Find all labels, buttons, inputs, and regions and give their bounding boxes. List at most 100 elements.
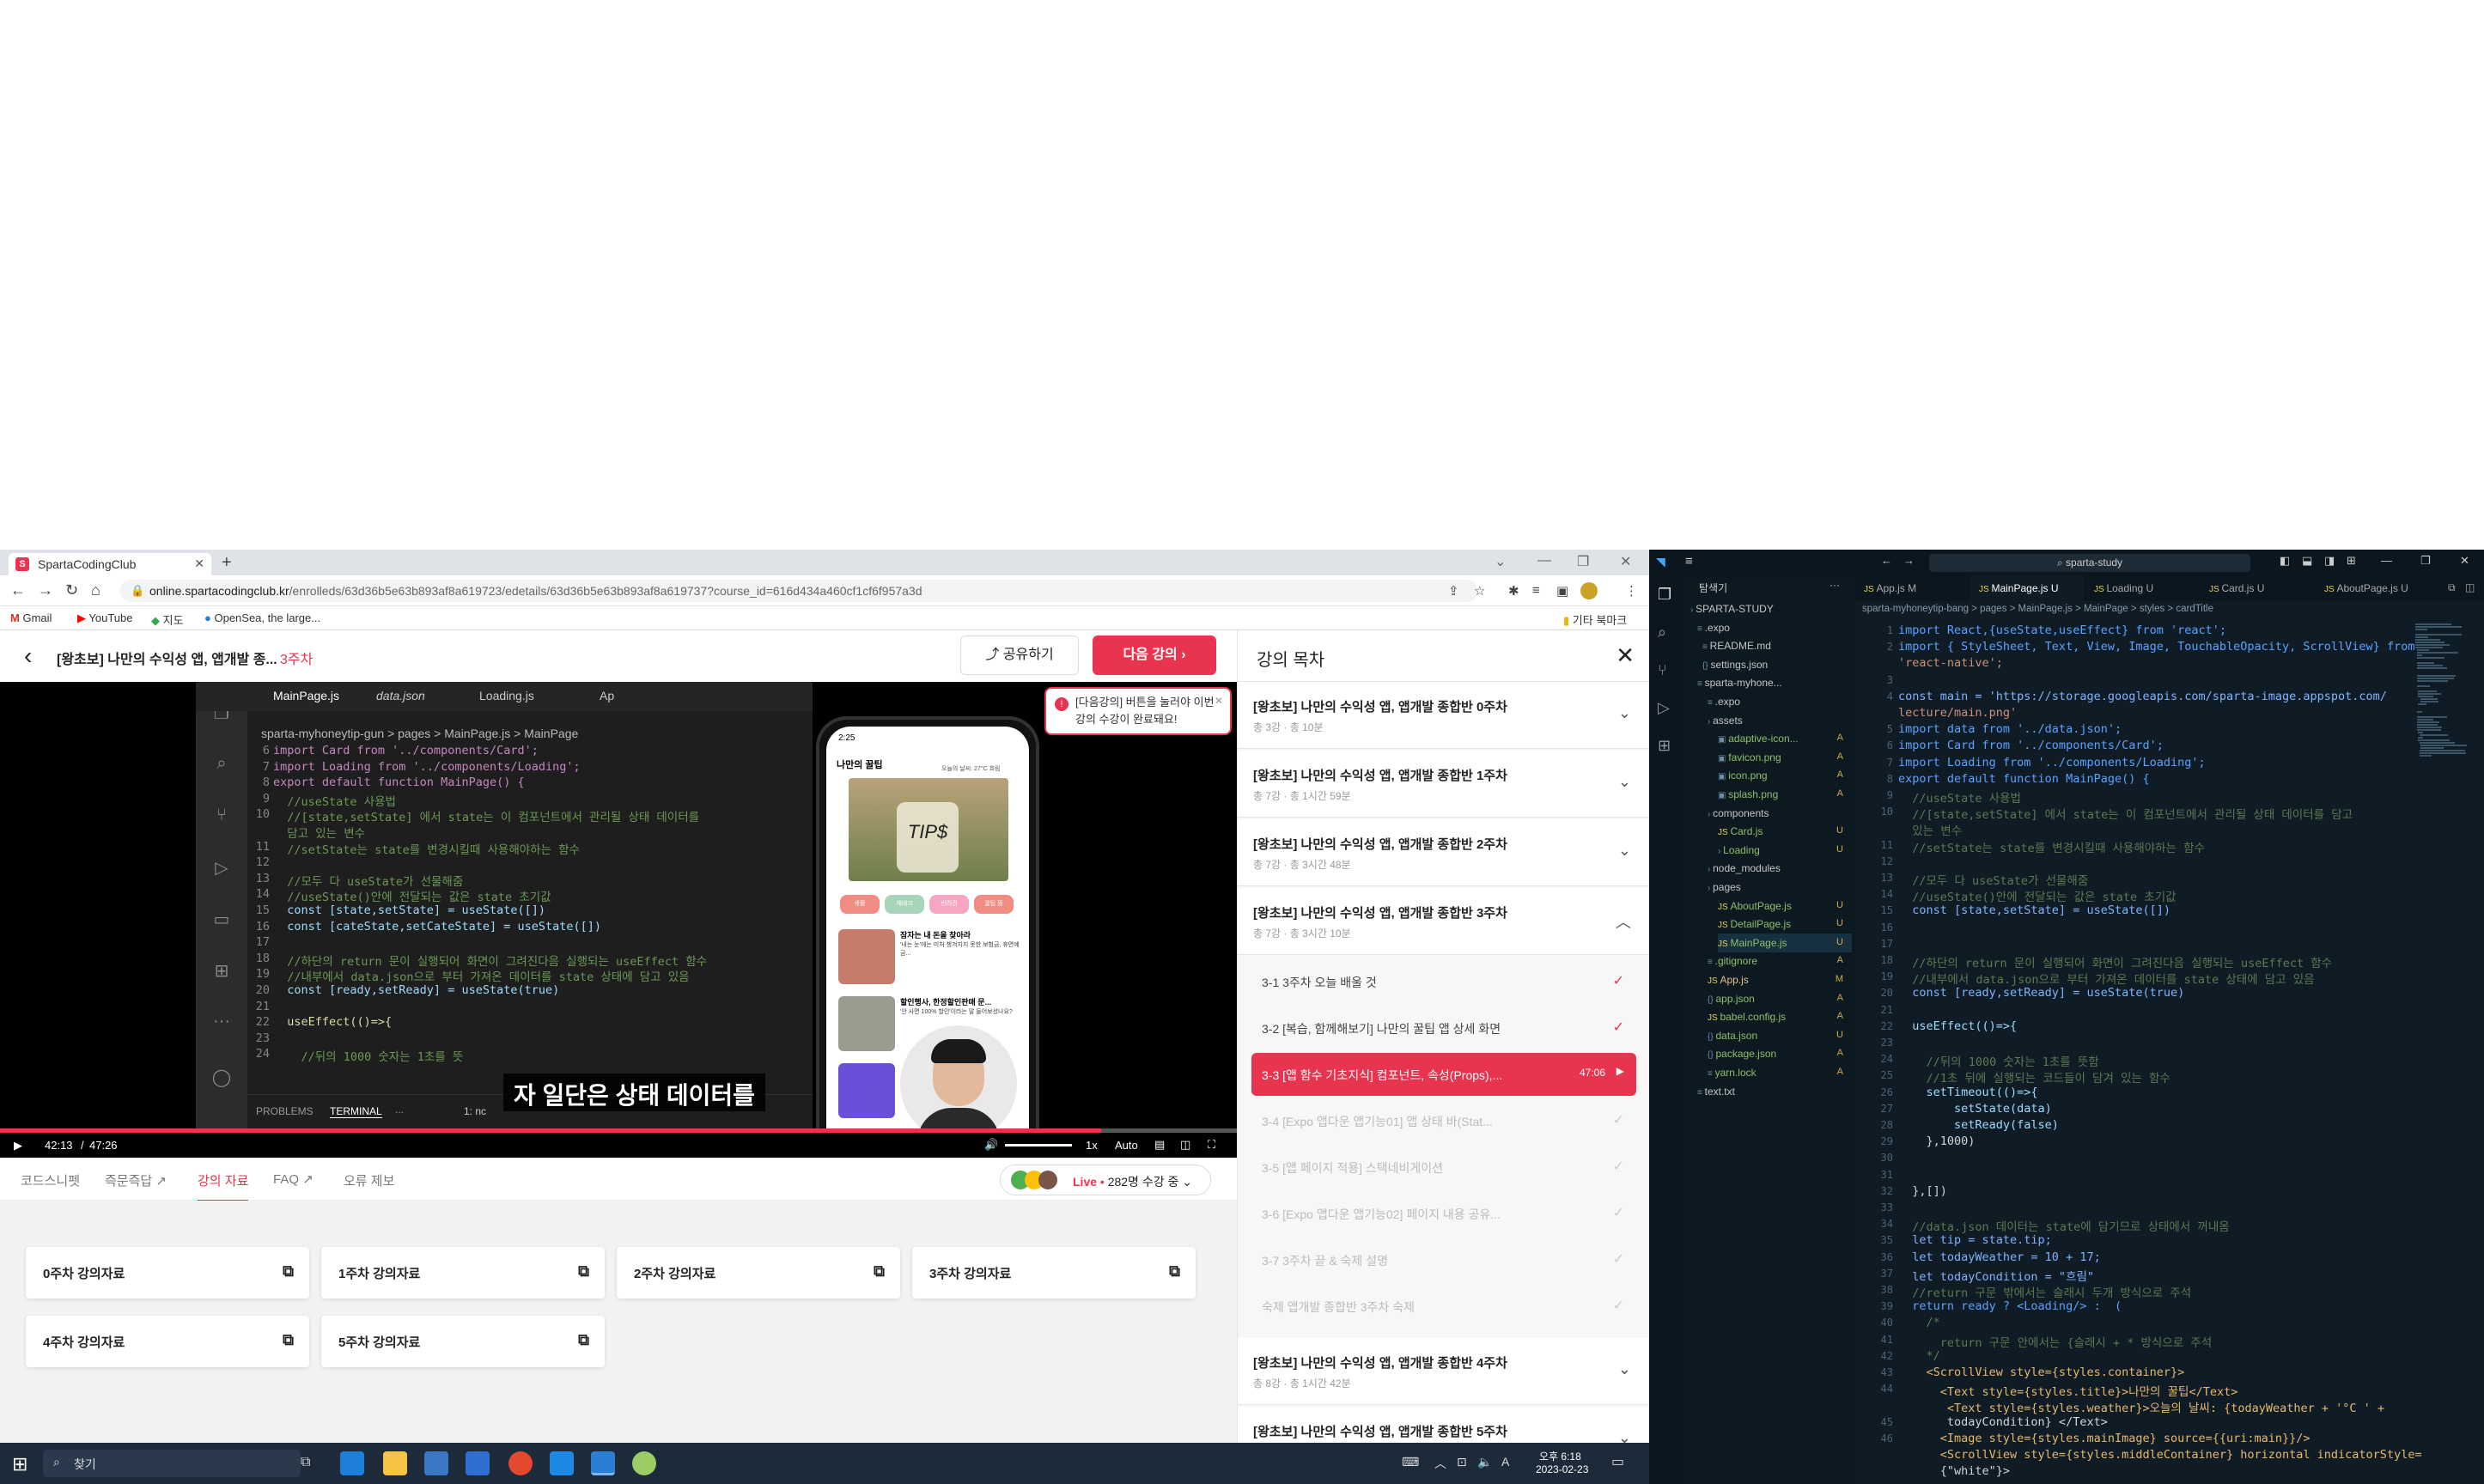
close-window-icon[interactable]: ✕ xyxy=(2460,554,2469,568)
toggle-secondary-icon[interactable]: ◨ xyxy=(2324,554,2335,568)
editor-tab[interactable]: JS AboutPage.js U xyxy=(2316,575,2429,601)
editor-more-icon[interactable]: ◫ xyxy=(2465,581,2475,593)
toc-lesson[interactable]: 3-6 [Expo 앱다운 앱기능02] 페이지 내용 공유... ✓ xyxy=(1251,1192,1636,1235)
toc-week[interactable]: [왕초보] 나만의 수익성 앱, 앱개발 종합반 4주차 총 8강 · 총 1시간… xyxy=(1238,1338,1649,1405)
chrome-icon[interactable] xyxy=(508,1451,533,1475)
explorer-item[interactable]: › assets xyxy=(1708,711,1852,730)
fullscreen-icon[interactable]: ⛶ xyxy=(1208,1138,1215,1152)
menu-hamburger-icon[interactable]: ≡ xyxy=(1685,554,1693,569)
bookmark-opensea[interactable]: ● OpenSea, the large... xyxy=(204,611,320,624)
toc-week[interactable]: [왕초보] 나만의 수익성 앱, 앱개발 종합반 5주차 ⌄ xyxy=(1238,1407,1649,1443)
toc-week[interactable]: [왕초보] 나만의 수익성 앱, 앱개발 종합반 1주차 총 7강 · 총 1시간… xyxy=(1238,751,1649,818)
back-icon[interactable]: ← xyxy=(10,581,26,599)
tab-qna[interactable]: 즉문즉답 ↗ xyxy=(105,1171,167,1189)
profile-avatar[interactable] xyxy=(1580,582,1598,599)
bookmark-gmail[interactable]: M Gmail xyxy=(10,611,52,624)
subtitles-icon[interactable]: ▤ xyxy=(1154,1138,1165,1152)
editor-tab[interactable]: JS Loading U xyxy=(2085,575,2199,601)
app-icon[interactable] xyxy=(632,1451,656,1475)
explorer-item[interactable]: › pages xyxy=(1708,878,1852,897)
split-editor-icon[interactable]: ⧉ xyxy=(2448,581,2456,594)
explorer-item[interactable]: {} data.json U xyxy=(1708,1026,1852,1045)
explorer-item[interactable]: ▣ favicon.png A xyxy=(1718,748,1852,767)
back-chevron-icon[interactable]: ‹ xyxy=(24,642,32,670)
close-window-icon[interactable]: ✕ xyxy=(1620,553,1631,570)
keyboard-icon[interactable]: ⌨ xyxy=(1402,1455,1419,1469)
toc-lesson[interactable]: 3-7 3주차 끝 & 숙제 설명 ✓ xyxy=(1251,1238,1636,1281)
command-center-search[interactable]: ⌕ sparta-study xyxy=(1929,554,2250,572)
network-icon[interactable]: ⊡ xyxy=(1457,1455,1467,1469)
bookmark-maps[interactable]: ◆ 지도 xyxy=(151,611,184,628)
explorer-more-icon[interactable]: ··· xyxy=(1830,579,1840,591)
forward-icon[interactable]: → xyxy=(38,581,53,599)
toggle-sidebar-icon[interactable]: ◧ xyxy=(2280,554,2290,568)
ime-indicator[interactable]: A xyxy=(1501,1455,1509,1469)
tray-chevron-icon[interactable]: ︿ xyxy=(1434,1455,1446,1472)
live-viewers-button[interactable]: Live • 282명 수강 중 ⌄ xyxy=(1000,1165,1211,1195)
explorer-item[interactable]: {} package.json A xyxy=(1708,1044,1852,1063)
url-field[interactable]: 🔒 online.spartacodingclub.kr/enrolleds/6… xyxy=(120,580,1477,602)
volume-slider[interactable] xyxy=(1005,1144,1072,1146)
volume-icon[interactable]: 🔊 xyxy=(984,1138,998,1152)
menu-kebab-icon[interactable]: ⋮ xyxy=(1625,583,1638,599)
notification-icon[interactable]: ▭ xyxy=(1611,1453,1624,1470)
toc-lesson[interactable]: 3-4 [Expo 앱다운 앱기능01] 앱 상태 바(Stat... ✓ xyxy=(1251,1099,1636,1142)
explorer-item[interactable]: ≡ text.txt xyxy=(1697,1082,1852,1101)
clock-date[interactable]: 2023-02-23 xyxy=(1536,1463,1588,1475)
explorer-item[interactable]: ≡ .expo xyxy=(1708,692,1852,711)
explorer-item[interactable]: ≡ README.md xyxy=(1702,636,1852,655)
clock-time[interactable]: 오후 6:18 xyxy=(1539,1449,1581,1463)
restore-icon[interactable]: ❐ xyxy=(2420,554,2431,568)
share-page-icon[interactable]: ⇪ xyxy=(1448,583,1459,599)
explorer-item[interactable]: JS Card.js U xyxy=(1718,822,1852,841)
speed-button[interactable]: 1x xyxy=(1086,1139,1098,1152)
extensions-icon[interactable]: ✱ xyxy=(1508,583,1519,599)
reading-list-icon[interactable]: ≡ xyxy=(1532,583,1540,598)
edge-icon[interactable] xyxy=(340,1451,364,1475)
taskbar-search[interactable]: ⌕ 찾기 xyxy=(43,1450,301,1477)
file-explorer-icon[interactable] xyxy=(383,1451,407,1475)
material-card[interactable]: 1주차 강의자료 ⧉ xyxy=(321,1247,605,1298)
tab-faq[interactable]: FAQ ↗ xyxy=(273,1171,314,1187)
source-control-icon[interactable]: ⑂ xyxy=(1658,661,1667,679)
explorer-item[interactable]: {} app.json A xyxy=(1708,989,1852,1008)
toc-lesson[interactable]: 3-2 [복습, 함께해보기] 나만의 꿀팁 앱 상세 화면 ✓ xyxy=(1251,1007,1636,1049)
editor-tab[interactable]: JS App.js M xyxy=(1855,575,1969,601)
toc-week[interactable]: [왕초보] 나만의 수익성 앱, 앱개발 종합반 3주차 총 7강 · 총 3시간… xyxy=(1238,888,1649,955)
layout-icon[interactable]: ⊞ xyxy=(2347,554,2356,568)
explorer-item[interactable]: ▣ adaptive-icon... A xyxy=(1718,729,1852,748)
task-view-icon[interactable]: ⧉ xyxy=(301,1455,310,1470)
explorer-item[interactable]: JS App.js M xyxy=(1708,970,1852,989)
explorer-item[interactable]: {} settings.json xyxy=(1702,655,1852,674)
sidepanel-icon[interactable]: ▣ xyxy=(1556,583,1568,599)
vscode-taskbar-icon[interactable] xyxy=(591,1451,615,1475)
material-card[interactable]: 3주차 강의자료 ⧉ xyxy=(912,1247,1196,1298)
reload-icon[interactable]: ↻ xyxy=(65,581,78,599)
toc-lesson[interactable]: 3-1 3주차 오늘 배울 것 ✓ xyxy=(1251,960,1636,1003)
windows-start-icon[interactable]: ⊞ xyxy=(12,1453,27,1475)
chevron-down-icon[interactable]: ⌄ xyxy=(1495,553,1506,570)
explorer-item[interactable]: › node_modules xyxy=(1708,859,1852,878)
explorer-item[interactable]: › components xyxy=(1708,804,1852,823)
tab-error-report[interactable]: 오류 제보 xyxy=(344,1171,394,1189)
explorer-item[interactable]: › Loading U xyxy=(1718,841,1852,860)
mail-icon[interactable] xyxy=(466,1451,490,1475)
editor-tab[interactable]: JS MainPage.js U xyxy=(1970,575,2084,601)
vscode-minimap[interactable] xyxy=(2415,623,2484,1482)
explorer-item[interactable]: JS MainPage.js U xyxy=(1718,933,1852,952)
toc-lesson[interactable]: 숙제 앱개발 종합반 3주차 숙제 ✓ xyxy=(1251,1285,1636,1328)
back-icon[interactable]: ← xyxy=(1881,554,1892,567)
internet-explorer-icon[interactable] xyxy=(550,1451,574,1475)
explorer-item[interactable]: JS DetailPage.js U xyxy=(1718,915,1852,934)
explorer-item[interactable]: JS AboutPage.js U xyxy=(1718,897,1852,915)
minimize-icon[interactable]: — xyxy=(1537,553,1551,569)
pip-icon[interactable]: ◫ xyxy=(1180,1138,1190,1152)
bookmark-youtube[interactable]: ▶ YouTube xyxy=(77,611,132,625)
explorer-icon[interactable]: ❐ xyxy=(1658,586,1671,604)
extensions-icon[interactable]: ⊞ xyxy=(1658,737,1671,755)
new-tab-icon[interactable]: + xyxy=(222,553,232,573)
next-lecture-button[interactable]: 다음 강의 › xyxy=(1093,636,1216,675)
play-icon[interactable]: ▶ xyxy=(14,1139,22,1153)
close-tab-icon[interactable]: ✕ xyxy=(194,556,204,571)
close-tooltip-icon[interactable]: ✕ xyxy=(1215,692,1223,709)
